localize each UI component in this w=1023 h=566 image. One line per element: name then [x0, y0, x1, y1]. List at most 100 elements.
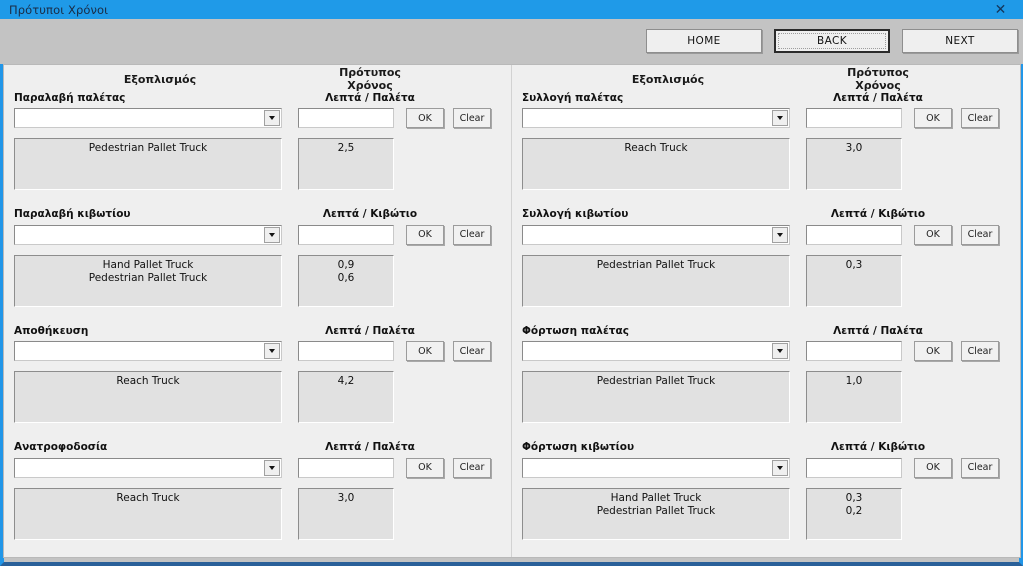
- time-result-list: 0,9 0,6: [298, 254, 394, 307]
- list-item: Hand Pallet Truck: [610, 491, 702, 504]
- equipment-result-list: Pedestrian Pallet Truck: [522, 254, 790, 307]
- time-input[interactable]: [806, 108, 902, 128]
- time-input[interactable]: [806, 457, 902, 478]
- task-group-sylloqi-kivotiou: Συλλογή κιβωτίου Λεπτά / Κιβώτιο OK Clea…: [522, 206, 1010, 323]
- group-label-row: Παραλαβή κιβωτίου Λεπτά / Κιβώτιο: [14, 206, 501, 223]
- back-button[interactable]: BACK: [774, 29, 890, 53]
- time-result-list: 4,2: [298, 371, 394, 423]
- equipment-select[interactable]: [522, 341, 790, 361]
- equipment-select[interactable]: [522, 224, 790, 245]
- group-buttons: OK Clear: [406, 457, 491, 478]
- list-item: Hand Pallet Truck: [102, 258, 194, 271]
- group-title: Συλλογή παλέτας: [522, 91, 624, 104]
- ok-button[interactable]: OK: [914, 224, 952, 245]
- list-item: 0,6: [337, 271, 355, 284]
- left-column-header: Εξοπλισμός Πρότυπος Χρόνος: [14, 65, 501, 92]
- time-result-list: 3,0: [298, 487, 394, 540]
- group-controls-row: OK Clear: [14, 224, 501, 245]
- columns-container: Εξοπλισμός Πρότυπος Χρόνος Παραλαβή παλέ…: [4, 65, 1020, 557]
- group-results-row: Hand Pallet Truck Pedestrian Pallet Truc…: [14, 254, 501, 307]
- task-group-anatrofodosia: Ανατροφοδοσία Λεπτά / Παλέτα OK Clear Re…: [14, 439, 501, 556]
- group-controls-row: OK Clear: [522, 457, 1010, 478]
- group-buttons: OK Clear: [914, 341, 999, 361]
- chevron-down-icon[interactable]: [264, 226, 280, 243]
- group-unit: Λεπτά / Παλέτα: [325, 324, 415, 337]
- chevron-down-icon[interactable]: [264, 459, 280, 476]
- clear-button[interactable]: Clear: [961, 457, 999, 478]
- ok-button[interactable]: OK: [406, 457, 444, 478]
- list-item: 3,0: [337, 491, 355, 504]
- list-item: 1,0: [845, 375, 863, 387]
- ok-button[interactable]: OK: [914, 341, 952, 361]
- clear-button[interactable]: Clear: [961, 341, 999, 361]
- chevron-down-icon[interactable]: [264, 110, 280, 126]
- equipment-select[interactable]: [14, 457, 282, 478]
- equipment-result-list: Hand Pallet Truck Pedestrian Pallet Truc…: [14, 254, 282, 307]
- group-unit: Λεπτά / Κιβώτιο: [830, 208, 926, 220]
- equipment-result-list: Pedestrian Pallet Truck: [14, 138, 282, 190]
- group-unit: Λεπτά / Παλέτα: [833, 91, 923, 104]
- time-input[interactable]: [298, 224, 394, 245]
- task-group-sylloqi-paletas: Συλλογή παλέτας Λεπτά / Παλέτα OK Clear: [522, 89, 1010, 206]
- time-input[interactable]: [806, 224, 902, 245]
- equipment-select[interactable]: [14, 224, 282, 245]
- equipment-select[interactable]: [14, 341, 282, 361]
- clear-button[interactable]: Clear: [453, 341, 491, 361]
- chevron-down-icon[interactable]: [772, 110, 788, 126]
- time-input[interactable]: [806, 341, 902, 361]
- ok-button[interactable]: OK: [406, 108, 444, 128]
- group-title: Αποθήκευση: [14, 324, 89, 337]
- group-label-row: Φόρτωση κιβωτίου Λεπτά / Κιβώτιο: [522, 439, 1010, 456]
- chevron-down-icon[interactable]: [772, 226, 788, 243]
- task-group-fortosi-paletas: Φόρτωση παλέτας Λεπτά / Παλέτα OK Clear: [522, 322, 1010, 439]
- equipment-result-list: Pedestrian Pallet Truck: [522, 371, 790, 423]
- equipment-select[interactable]: [522, 108, 790, 128]
- list-item: Reach Truck: [116, 375, 180, 387]
- clear-button[interactable]: Clear: [961, 224, 999, 245]
- chevron-down-icon[interactable]: [264, 343, 280, 359]
- group-buttons: OK Clear: [914, 108, 999, 128]
- equipment-select[interactable]: [522, 457, 790, 478]
- time-result-list: 2,5: [298, 138, 394, 190]
- group-results-row: Pedestrian Pallet Truck 1,0: [522, 371, 1010, 423]
- group-label-row: Φόρτωση παλέτας Λεπτά / Παλέτα: [522, 322, 1010, 339]
- equipment-result-list: Reach Truck: [14, 487, 282, 540]
- task-group-paralavi-paletas: Παραλαβή παλέτας Λεπτά / Παλέτα OK Clear: [14, 89, 501, 206]
- group-buttons: OK Clear: [914, 224, 999, 245]
- ok-button[interactable]: OK: [406, 224, 444, 245]
- time-input[interactable]: [298, 457, 394, 478]
- group-unit: Λεπτά / Κιβώτιο: [322, 208, 418, 220]
- clear-button[interactable]: Clear: [453, 108, 491, 128]
- group-title: Ανατροφοδοσία: [14, 441, 108, 453]
- home-button[interactable]: HOME: [646, 29, 762, 53]
- list-item: Pedestrian Pallet Truck: [88, 271, 208, 284]
- task-group-paralavi-kivotiou: Παραλαβή κιβωτίου Λεπτά / Κιβώτιο OK Cle…: [14, 206, 501, 323]
- group-controls-row: OK Clear: [14, 457, 501, 478]
- group-buttons: OK Clear: [406, 341, 491, 361]
- equipment-select[interactable]: [14, 108, 282, 128]
- group-results-row: Hand Pallet Truck Pedestrian Pallet Truc…: [522, 487, 1010, 540]
- clear-button[interactable]: Clear: [961, 108, 999, 128]
- next-button[interactable]: NEXT: [902, 29, 1018, 53]
- group-results-row: Reach Truck 4,2: [14, 371, 501, 423]
- close-icon[interactable]: ✕: [978, 0, 1023, 19]
- right-column: Εξοπλισμός Πρότυπος Χρόνος Συλλογή παλέτ…: [512, 65, 1020, 557]
- time-input[interactable]: [298, 341, 394, 361]
- time-result-list: 0,3: [806, 254, 902, 307]
- chevron-down-icon[interactable]: [772, 343, 788, 359]
- time-input[interactable]: [298, 108, 394, 128]
- time-result-list: 3,0: [806, 138, 902, 190]
- list-item: 0,3: [845, 491, 863, 504]
- ok-button[interactable]: OK: [406, 341, 444, 361]
- ok-button[interactable]: OK: [914, 457, 952, 478]
- group-unit: Λεπτά / Παλέτα: [833, 324, 923, 337]
- title-bar: Πρότυποι Χρόνοι ✕: [0, 0, 1023, 19]
- main-panel: Εξοπλισμός Πρότυπος Χρόνος Παραλαβή παλέ…: [3, 64, 1021, 558]
- group-label-row: Παραλαβή παλέτας Λεπτά / Παλέτα: [14, 89, 501, 106]
- ok-button[interactable]: OK: [914, 108, 952, 128]
- clear-button[interactable]: Clear: [453, 224, 491, 245]
- equipment-result-list: Reach Truck: [522, 138, 790, 190]
- chevron-down-icon[interactable]: [772, 459, 788, 476]
- clear-button[interactable]: Clear: [453, 457, 491, 478]
- list-item: Pedestrian Pallet Truck: [596, 504, 716, 517]
